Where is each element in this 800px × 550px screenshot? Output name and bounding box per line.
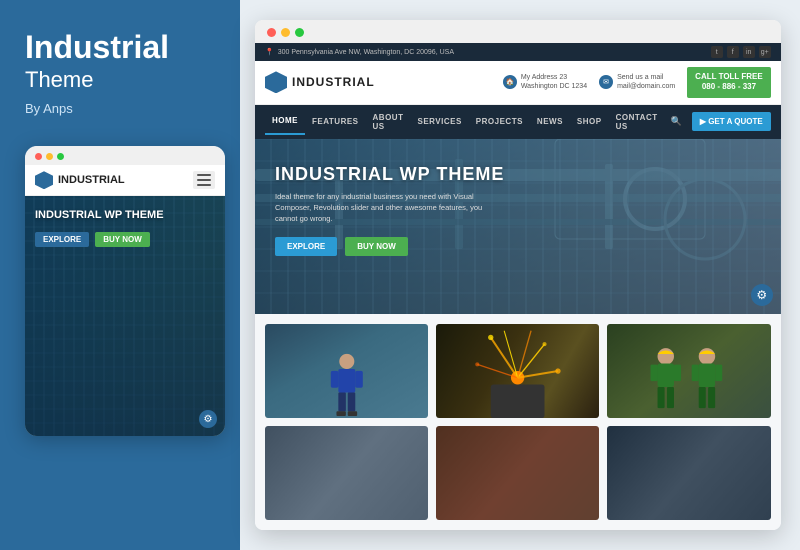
topbar-address: 📍 300 Pennsylvania Ave NW, Washington, D… (265, 48, 454, 56)
desktop-hero: INDUSTRIAL WP THEME Ideal theme for any … (255, 139, 781, 314)
header-contact-info: 🏠 My Address 23 Washington DC 1234 ✉ Sen… (503, 67, 771, 98)
mobile-dot-close (35, 153, 42, 160)
desktop-dot-minimize (281, 28, 290, 37)
content-card-2 (436, 324, 599, 418)
email-label: Send us a mail (617, 73, 675, 82)
header-email-item: ✉ Send us a mail mail@domain.com (599, 73, 675, 91)
hero-explore-button[interactable]: EXPLORE (275, 237, 337, 256)
hamburger-line (197, 184, 211, 186)
mobile-explore-button[interactable]: EXPLORE (35, 232, 89, 247)
mobile-logo-text: INDUSTRIAL (58, 174, 125, 186)
desktop-content-grid (255, 314, 781, 530)
get-quote-button[interactable]: ▶ GET A QUOTE (692, 112, 771, 131)
desktop-topbar: 📍 300 Pennsylvania Ave NW, Washington, D… (255, 43, 781, 61)
email-sub: mail@domain.com (617, 82, 675, 91)
mobile-hero: INDUSTRIAL WP THEME EXPLORE BUY NOW ⚙ (25, 196, 225, 436)
facebook-icon[interactable]: f (727, 46, 739, 58)
desktop-dot-maximize (295, 28, 304, 37)
nav-contact[interactable]: CONTACT US (609, 105, 665, 139)
call-button[interactable]: CALL TOLL FREE 080 - 886 - 337 (687, 67, 771, 98)
mobile-window-controls (25, 146, 225, 165)
nav-search-icon[interactable]: 🔍 (665, 112, 688, 131)
desktop-logo-text: INDUSTRIAL (292, 75, 375, 89)
mobile-logo-icon (35, 171, 53, 189)
mobile-mockup: INDUSTRIAL INDUSTRIAL WP THEME EXPLORE B… (25, 146, 225, 436)
title-text: Industrial (25, 30, 215, 65)
hamburger-line (197, 179, 211, 181)
mobile-hero-buttons: EXPLORE BUY NOW (35, 232, 215, 247)
right-panel: 📍 300 Pennsylvania Ave NW, Washington, D… (240, 0, 800, 550)
left-panel: Industrial Theme By Anps INDUSTRIAL INDU… (0, 0, 240, 550)
nav-home[interactable]: HOME (265, 108, 305, 135)
desktop-dot-close (267, 28, 276, 37)
desktop-logo-icon (265, 71, 287, 93)
workers-svg (624, 347, 755, 418)
mobile-menu-button[interactable] (193, 171, 215, 189)
mobile-logo: INDUSTRIAL (35, 171, 125, 189)
quote-label: GET A QUOTE (708, 117, 763, 126)
googleplus-icon[interactable]: g+ (759, 46, 771, 58)
hero-buttons: EXPLORE BUY NOW (275, 237, 761, 256)
address-label: My Address 23 (521, 73, 587, 82)
mobile-dot-maximize (57, 153, 64, 160)
mobile-buy-button[interactable]: BUY NOW (95, 232, 150, 247)
worker-svg (306, 352, 388, 418)
home-icon: 🏠 (503, 75, 517, 89)
nav-services[interactable]: SERVICES (410, 109, 468, 134)
content-card-5 (436, 426, 599, 520)
theme-title: Industrial Theme By Anps (25, 30, 215, 146)
nav-projects[interactable]: PROJECTS (469, 109, 530, 134)
address-text: 300 Pennsylvania Ave NW, Washington, DC … (278, 49, 454, 56)
nav-features[interactable]: FEATURES (305, 109, 366, 134)
hero-description: Ideal theme for any industrial business … (275, 191, 495, 225)
header-email-text: Send us a mail mail@domain.com (617, 73, 675, 91)
hero-content: INDUSTRIAL WP THEME Ideal theme for any … (255, 139, 781, 281)
call-label: CALL TOLL FREE (695, 72, 763, 82)
mobile-header: INDUSTRIAL (25, 165, 225, 196)
desktop-logo: INDUSTRIAL (265, 71, 375, 93)
linkedin-icon[interactable]: in (743, 46, 755, 58)
twitter-icon[interactable]: t (711, 46, 723, 58)
sparks-svg (436, 324, 599, 418)
desktop-header: INDUSTRIAL 🏠 My Address 23 Washington DC… (255, 61, 781, 105)
call-number: 080 - 886 - 337 (695, 82, 763, 92)
email-icon: ✉ (599, 75, 613, 89)
content-card-1 (265, 324, 428, 418)
subtitle-text: Theme (25, 67, 215, 93)
hero-buy-button[interactable]: BUY NOW (345, 237, 408, 256)
desktop-window-controls (255, 20, 781, 43)
mobile-hero-title: INDUSTRIAL WP THEME (35, 208, 215, 222)
mobile-dot-minimize (46, 153, 53, 160)
nav-news[interactable]: NEWS (530, 109, 570, 134)
content-card-4 (265, 426, 428, 520)
hamburger-line (197, 174, 211, 176)
author-text: By Anps (25, 101, 215, 116)
hero-gear-icon: ⚙ (751, 284, 773, 306)
content-card-6 (607, 426, 770, 520)
topbar-social: t f in g+ (711, 46, 771, 58)
content-card-3 (607, 324, 770, 418)
hero-title: INDUSTRIAL WP THEME (275, 164, 761, 185)
desktop-mockup: 📍 300 Pennsylvania Ave NW, Washington, D… (255, 20, 781, 530)
header-address-item: 🏠 My Address 23 Washington DC 1234 (503, 73, 587, 91)
address-sub: Washington DC 1234 (521, 82, 587, 91)
nav-shop[interactable]: SHOP (570, 109, 609, 134)
header-address-text: My Address 23 Washington DC 1234 (521, 73, 587, 91)
desktop-nav: HOME FEATURES ABOUT US SERVICES PROJECTS… (255, 105, 781, 139)
location-icon: 📍 (265, 48, 274, 56)
nav-about[interactable]: ABOUT US (366, 105, 411, 139)
